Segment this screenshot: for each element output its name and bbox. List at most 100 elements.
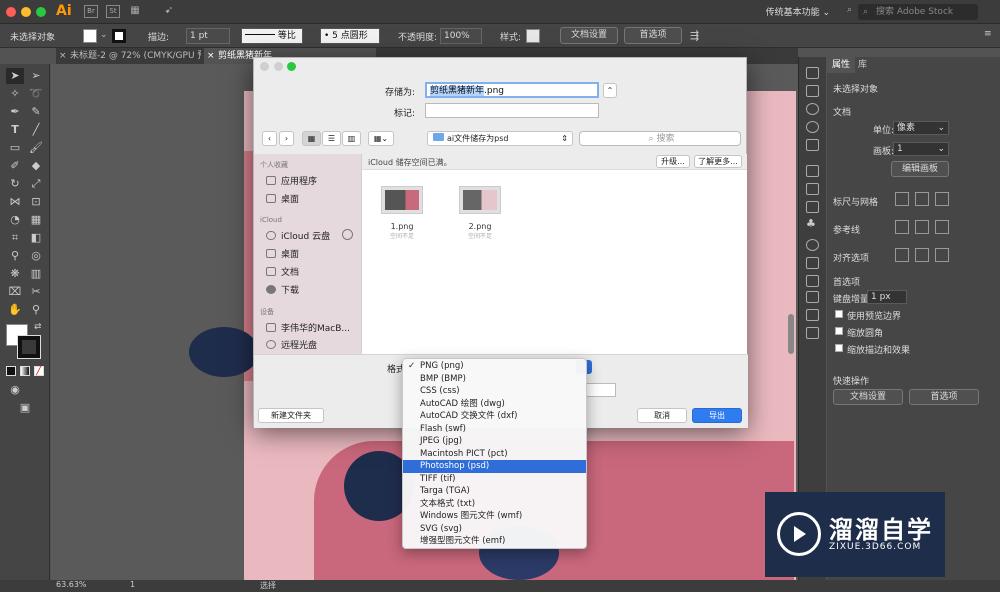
format-option-dwg[interactable]: AutoCAD 绘图 (dwg) — [403, 398, 586, 411]
hand-tool-icon[interactable]: ✋ — [6, 302, 24, 318]
group-by-button[interactable]: ▦⌄ — [368, 131, 394, 146]
workspace-switcher[interactable]: 传统基本功能 ⌄ — [766, 5, 830, 18]
free-transform-tool-icon[interactable]: ⊡ — [27, 194, 45, 210]
format-option-png[interactable]: ✓ PNG (png) — [403, 360, 586, 373]
format-option-svg[interactable]: SVG (svg) — [403, 523, 586, 536]
color-mode-icon[interactable] — [6, 366, 16, 376]
opacity-field[interactable]: 100% — [440, 28, 482, 44]
format-option-psd[interactable]: Photoshop (psd) — [403, 460, 586, 473]
tab-properties[interactable]: 属性 — [827, 57, 856, 73]
close-tab-icon[interactable]: × — [207, 48, 215, 64]
sidebar-item-downloads[interactable]: 下载 — [266, 283, 299, 296]
perspective-grid-tool-icon[interactable]: ▦ — [27, 212, 45, 228]
color-panel-icon[interactable] — [806, 67, 819, 79]
format-option-emf[interactable]: 增强型图元文件 (emf) — [403, 535, 586, 548]
slice-tool-icon[interactable]: ✂ — [27, 284, 45, 300]
format-option-jpg[interactable]: JPEG (jpg) — [403, 435, 586, 448]
curvature-tool-icon[interactable]: ✎ — [27, 104, 45, 120]
file-item[interactable]: 2.png 空间不足 — [450, 186, 510, 240]
sidebar-item-applications[interactable]: 应用程序 — [266, 174, 317, 187]
links-icon[interactable] — [806, 327, 819, 339]
swatches-icon[interactable] — [806, 103, 819, 115]
transparency-grid-icon[interactable] — [935, 192, 949, 206]
quick-doc-setup-button[interactable]: 文档设置 — [833, 389, 903, 405]
vertical-scrollbar[interactable] — [788, 314, 794, 354]
eyedropper-tool-icon[interactable]: ⚲ — [6, 248, 24, 264]
brushes-icon[interactable] — [806, 121, 819, 133]
stroke-color-box[interactable] — [17, 335, 41, 359]
column-view-button[interactable]: ▥ — [342, 131, 361, 146]
keyboard-increment-field[interactable]: 1 px — [867, 290, 907, 304]
icon-view-button[interactable]: ▦ — [302, 131, 321, 146]
snap-to-point-icon[interactable] — [935, 248, 949, 262]
fill-swatch[interactable] — [83, 29, 97, 43]
style-swatch[interactable] — [526, 29, 540, 43]
back-button[interactable]: ‹ — [262, 131, 277, 146]
quick-preferences-button[interactable]: 首选项 — [909, 389, 979, 405]
artboards-panel-icon[interactable] — [806, 309, 819, 321]
scale-tool-icon[interactable]: ⤢ — [27, 176, 45, 192]
format-option-bmp[interactable]: BMP (BMP) — [403, 373, 586, 386]
arrange-documents-icon[interactable]: ▦ — [128, 5, 142, 18]
artboard-tool-icon[interactable]: ⌧ — [6, 284, 24, 300]
sidebar-item-icloud-desktop[interactable]: 桌面 — [266, 247, 299, 260]
selection-tool-icon[interactable]: ➤ — [6, 68, 24, 84]
none-mode-icon[interactable]: ╱ — [34, 366, 44, 376]
dialog-minimize-button[interactable] — [274, 62, 283, 71]
rotate-tool-icon[interactable]: ↻ — [6, 176, 24, 192]
preferences-button[interactable]: 首选项 — [624, 27, 682, 44]
learn-more-button[interactable]: 了解更多... — [694, 155, 742, 168]
format-option-pct[interactable]: Macintosh PICT (pct) — [403, 448, 586, 461]
color-guide-icon[interactable] — [806, 85, 819, 97]
close-window-button[interactable] — [6, 7, 16, 17]
units-select[interactable]: 像素 ⌄ — [893, 121, 949, 135]
stroke-panel-icon[interactable] — [806, 239, 819, 251]
panel-menu-icon[interactable]: ≡ — [984, 29, 992, 39]
drawing-modes-icon[interactable]: ◉ — [6, 382, 24, 398]
list-view-button[interactable]: ☰ — [322, 131, 341, 146]
tags-input[interactable] — [425, 103, 599, 118]
direct-selection-tool-icon[interactable]: ➢ — [27, 68, 45, 84]
graphic-styles-icon[interactable] — [806, 165, 819, 177]
line-tool-icon[interactable]: ╱ — [27, 122, 45, 138]
fill-dropdown-icon[interactable]: ⌄ — [100, 30, 108, 40]
width-tool-icon[interactable]: ⋈ — [6, 194, 24, 210]
lasso-tool-icon[interactable]: ➰ — [27, 86, 45, 102]
column-graph-tool-icon[interactable]: ▥ — [27, 266, 45, 282]
symbol-sprayer-tool-icon[interactable]: ❋ — [6, 266, 24, 282]
format-option-wmf[interactable]: Windows 图元文件 (wmf) — [403, 510, 586, 523]
magic-wand-tool-icon[interactable]: ✧ — [6, 86, 24, 102]
align-icon[interactable]: ⇶ — [690, 29, 699, 42]
sidebar-item-macbook[interactable]: 李伟华的MacB... — [266, 321, 350, 334]
artboard-navigation[interactable]: 1 — [130, 580, 135, 589]
sidebar-item-desktop[interactable]: 桌面 — [266, 192, 299, 205]
show-guides-icon[interactable] — [895, 220, 909, 234]
close-tab-icon[interactable]: × — [59, 48, 67, 64]
format-option-txt[interactable]: 文本格式 (txt) — [403, 498, 586, 511]
tab-untitled-2[interactable]: × 未标题-2 @ 72% (CMYK/GPU 预览) — [56, 48, 201, 64]
grid-icon[interactable] — [915, 192, 929, 206]
format-option-swf[interactable]: Flash (swf) — [403, 423, 586, 436]
dialog-close-button[interactable] — [260, 62, 269, 71]
forward-button[interactable]: › — [279, 131, 294, 146]
sidebar-item-remote-disc[interactable]: 远程光盘 — [266, 338, 317, 351]
minimize-window-button[interactable] — [21, 7, 31, 17]
zoom-level[interactable]: 63.63% — [56, 580, 87, 589]
document-setup-button[interactable]: 文档设置 — [560, 27, 618, 44]
stock-icon[interactable]: St — [106, 5, 120, 18]
sidebar-item-documents[interactable]: 文档 — [266, 265, 299, 278]
swap-colors-icon[interactable]: ⇄ — [34, 322, 42, 332]
search-help-icon[interactable]: ⌕ — [847, 5, 852, 15]
paintbrush-tool-icon[interactable]: 🖌 — [27, 140, 45, 156]
adobe-stock-search[interactable]: ⌕ 搜索 Adobe Stock — [858, 4, 978, 20]
transparency-icon[interactable] — [806, 275, 819, 287]
gradient-panel-icon[interactable] — [806, 257, 819, 269]
appearance-icon[interactable] — [806, 183, 819, 195]
gradient-tool-icon[interactable]: ◧ — [27, 230, 45, 246]
stroke-swatch[interactable] — [112, 29, 126, 43]
collapse-dialog-button[interactable]: ⌃ — [603, 83, 617, 98]
layers-icon[interactable] — [806, 291, 819, 303]
bridge-icon[interactable]: Br — [84, 5, 98, 18]
snap-to-grid-icon[interactable] — [915, 248, 929, 262]
variable-width-profile[interactable]: 等比 — [241, 28, 303, 44]
